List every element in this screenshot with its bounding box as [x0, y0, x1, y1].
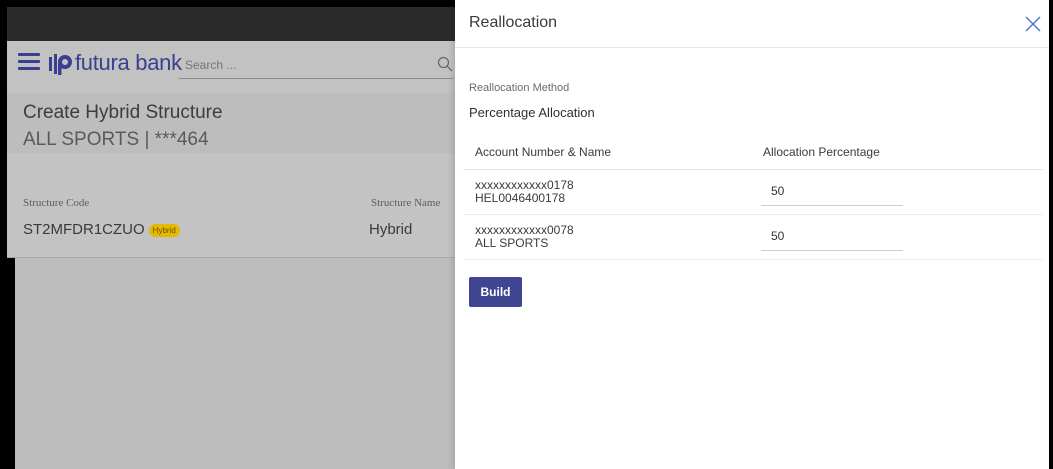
window-frame-left — [0, 0, 7, 469]
account-name: HEL0046400178 — [475, 191, 566, 205]
futura-logo-icon — [49, 54, 72, 75]
hamburger-icon[interactable] — [18, 53, 40, 71]
structure-name-label: Structure Name — [371, 197, 441, 209]
app-header: futura bank — [7, 41, 455, 93]
table-row: xxxxxxxxxxxx0078 ALL SPORTS — [463, 215, 1043, 260]
page-title: Create Hybrid Structure — [23, 102, 223, 123]
close-icon[interactable] — [1023, 14, 1043, 34]
structure-code-text: ST2MFDR1CZUO — [23, 221, 145, 238]
status-badge: Hybrid — [148, 223, 180, 237]
allocation-percentage-input[interactable] — [761, 176, 903, 206]
allocation-table: Account Number & Name Allocation Percent… — [463, 134, 1043, 260]
account-name: ALL SPORTS — [475, 236, 549, 250]
structure-card: Structure Code ST2MFDR1CZUO Hybrid Struct… — [7, 153, 455, 258]
allocation-percentage-input[interactable] — [761, 221, 903, 251]
background-page: futura bank Create Hybrid Structure ALL … — [7, 7, 455, 469]
table-header: Account Number & Name Allocation Percent… — [463, 134, 1043, 170]
structure-code-value: ST2MFDR1CZUO Hybrid — [23, 221, 180, 238]
reallocation-method-value: Percentage Allocation — [469, 105, 595, 120]
brand-name[interactable]: futura bank — [75, 50, 182, 76]
column-header-percentage: Allocation Percentage — [763, 145, 880, 159]
column-header-account: Account Number & Name — [475, 145, 612, 159]
structure-name-value: Hybrid — [369, 221, 413, 238]
window-frame-right — [1049, 0, 1053, 469]
top-strip — [7, 7, 455, 41]
structure-code-label: Structure Code — [23, 197, 90, 209]
drawer-header: Reallocation — [455, 0, 1049, 48]
account-subtitle: ALL SPORTS | ***464 — [23, 129, 209, 150]
search-bar — [179, 53, 453, 79]
drawer-title: Reallocation — [469, 14, 558, 31]
reallocation-drawer: Reallocation Reallocation Method Percent… — [455, 0, 1049, 469]
search-input[interactable] — [179, 53, 409, 77]
reallocation-method-label: Reallocation Method — [469, 82, 570, 94]
table-row: xxxxxxxxxxxx0178 HEL0046400178 — [463, 170, 1043, 215]
build-button[interactable]: Build — [469, 277, 522, 307]
search-icon[interactable] — [437, 56, 453, 72]
page-header: Create Hybrid Structure ALL SPORTS | ***… — [7, 93, 455, 153]
